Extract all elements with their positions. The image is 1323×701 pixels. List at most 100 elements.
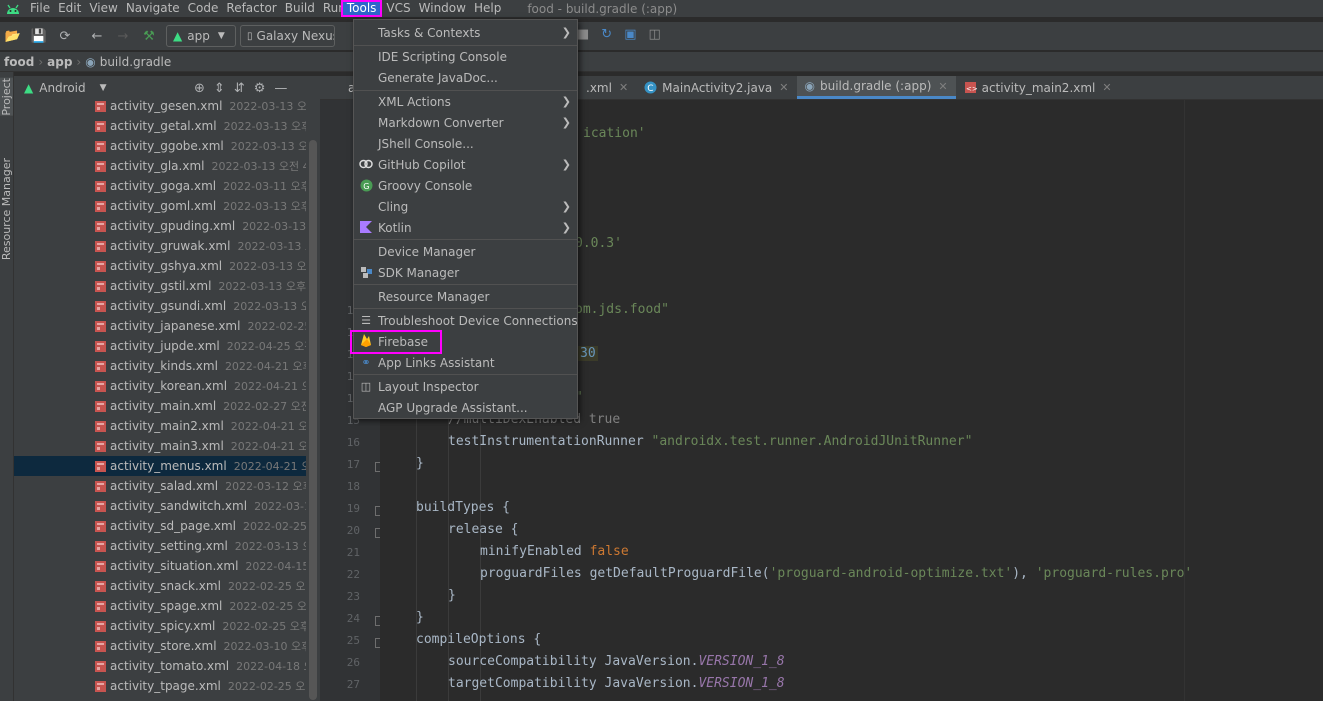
menu-item-resource-manager[interactable]: Resource Manager	[354, 286, 577, 307]
project-tree-scrollbar[interactable]	[306, 100, 320, 701]
menu-build[interactable]: Build	[281, 0, 319, 17]
tree-item[interactable]: activity_store.xml2022-03-10 오후 12:0	[14, 636, 320, 656]
menu-item-groovy-console[interactable]: G Groovy Console	[354, 175, 577, 196]
expand-all-icon[interactable]: ⇕	[214, 81, 225, 96]
tree-item[interactable]: activity_gstil.xml 2022-03-13 오후 12:5	[14, 276, 320, 296]
menu-item-generate-javadoc[interactable]: Generate JavaDoc...	[354, 67, 577, 88]
tree-item[interactable]: activity_main2.xml2022-04-21 오후 2:	[14, 416, 320, 436]
menu-file[interactable]: File	[26, 0, 54, 17]
menu-help[interactable]: Help	[470, 0, 505, 17]
breadcrumb-project[interactable]: food	[4, 55, 34, 69]
menu-item-xml-actions[interactable]: XML Actions ❯	[354, 91, 577, 112]
menu-vcs[interactable]: VCS	[382, 0, 414, 17]
tree-item[interactable]: activity_sd_page.xml2022-02-25 오전	[14, 516, 320, 536]
breadcrumb-module[interactable]: app	[47, 55, 72, 69]
tree-item[interactable]: activity_kinds.xml2022-04-21 오후 3:07	[14, 356, 320, 376]
menu-view[interactable]: View	[85, 0, 121, 17]
project-tool-tab-label: Project	[0, 78, 13, 116]
open-folder-icon[interactable]: 📂	[4, 27, 22, 45]
tree-item[interactable]: activity_setting.xml2022-03-13 오후 6:	[14, 536, 320, 556]
menu-edit[interactable]: Edit	[54, 0, 85, 17]
tab-activity-main2[interactable]: <> activity_main2.xml ✕	[956, 76, 1120, 99]
resource-manager-tool-tab[interactable]: Resource Manager	[0, 158, 13, 260]
close-tab-icon[interactable]: ✕	[938, 80, 947, 93]
menu-tools[interactable]: Tools	[340, 0, 383, 17]
menu-item-device-manager[interactable]: Device Manager	[354, 241, 577, 262]
back-arrow-icon[interactable]: ←	[88, 27, 106, 45]
tree-item[interactable]: activity_korean.xml2022-04-21 오후 3:	[14, 376, 320, 396]
tree-item[interactable]: activity_spicy.xml2022-02-25 오후 12:1	[14, 616, 320, 636]
tree-item[interactable]: activity_spage.xml 2022-02-25 오전 1	[14, 596, 320, 616]
menu-item-jshell[interactable]: JShell Console...	[354, 133, 577, 154]
project-tool-tab[interactable]: Project	[0, 78, 13, 116]
tree-item[interactable]: activity_getal.xml2022-03-13 오후 12:1	[14, 116, 320, 136]
tree-item[interactable]: activity_gruwak.xml2022-03-13 오후 1	[14, 236, 320, 256]
device-manager-icon[interactable]: ◫	[649, 27, 661, 42]
tree-item[interactable]: activity_goga.xml2022-03-11 오후 5:14	[14, 176, 320, 196]
tree-item[interactable]: activity_japanese.xml2022-02-25 오전	[14, 316, 320, 336]
tree-item[interactable]: activity_gla.xml 2022-03-13 오전 4:06, 2	[14, 156, 320, 176]
make-project-hammer-icon[interactable]: ⚒	[140, 27, 158, 45]
tree-item[interactable]: activity_gshya.xml2022-03-13 오전 11:	[14, 256, 320, 276]
settings-gear-icon[interactable]: ⚙	[254, 81, 266, 96]
menu-navigate[interactable]: Navigate	[122, 0, 184, 17]
menu-window[interactable]: Window	[415, 0, 470, 17]
device-select[interactable]: ▯ Galaxy Nexus A	[240, 25, 335, 47]
menu-item-markdown-converter[interactable]: Markdown Converter ❯	[354, 112, 577, 133]
collapse-all-icon[interactable]: ⇵	[234, 81, 245, 96]
tree-item[interactable]: activity_gpuding.xml2022-03-13 오후	[14, 216, 320, 236]
sdk-manager-icon[interactable]: ▣	[624, 27, 636, 42]
layout-xml-icon	[94, 599, 107, 613]
layout-xml-icon	[94, 279, 107, 293]
menu-item-app-links[interactable]: ⚭ App Links Assistant	[354, 352, 577, 373]
tree-item-name: activity_korean.xml	[110, 379, 228, 393]
run-config-select[interactable]: ▲ app ▼	[166, 25, 236, 47]
tree-item[interactable]: activity_snack.xml2022-02-25 오전 12:	[14, 576, 320, 596]
menu-item-layout-inspector[interactable]: ◫ Layout Inspector	[354, 376, 577, 397]
tree-item[interactable]: activity_gesen.xml2022-03-13 오전 11:	[14, 96, 320, 116]
menu-item-firebase[interactable]: Firebase	[350, 330, 442, 354]
project-view-select[interactable]: ▲ Android ▼	[24, 81, 107, 95]
menu-item-troubleshoot[interactable]: ☰ Troubleshoot Device Connections	[354, 310, 578, 331]
forward-arrow-icon[interactable]: →	[114, 27, 132, 45]
menu-refactor[interactable]: Refactor	[222, 0, 280, 17]
locate-file-icon[interactable]: ⊕	[194, 81, 205, 96]
code-line-20: release {	[448, 522, 519, 537]
menu-run[interactable]: Run	[319, 0, 341, 17]
menu-item-github-copilot[interactable]: GitHub Copilot ❯	[354, 154, 577, 175]
layout-xml-icon	[94, 359, 107, 373]
tree-item[interactable]: activity_main3.xml2022-04-21 오후 3:	[14, 436, 320, 456]
menu-item-kotlin[interactable]: Kotlin ❯	[354, 217, 577, 238]
tree-item[interactable]: activity_situation.xml2022-04-15 오후	[14, 556, 320, 576]
breadcrumb-file[interactable]: build.gradle	[100, 55, 172, 69]
menu-item-agp-upgrade[interactable]: AGP Upgrade Assistant...	[354, 397, 577, 418]
hide-panel-icon[interactable]: —	[274, 81, 287, 96]
save-all-icon[interactable]: 💾	[30, 27, 48, 45]
sync-gradle-icon[interactable]: ↻	[601, 27, 612, 42]
tab-label: activity_main2.xml	[981, 80, 1096, 95]
tree-item[interactable]: activity_tomato.xml2022-04-18 오후 1	[14, 656, 320, 676]
tree-item[interactable]: activity_main.xml2022-02-27 오전 1:38	[14, 396, 320, 416]
menu-item-cling[interactable]: Cling ❯	[354, 196, 577, 217]
tree-item[interactable]: activity_ggobe.xml2022-03-13 오전 2:5	[14, 136, 320, 156]
menu-code[interactable]: Code	[184, 0, 223, 17]
tree-item[interactable]: activity_gsundi.xml2022-03-13 오후 1	[14, 296, 320, 316]
tree-item[interactable]: activity_sandwitch.xml2022-03-12 오후	[14, 496, 320, 516]
tab-a[interactable]: a	[320, 76, 356, 99]
close-tab-icon[interactable]: ✕	[619, 81, 628, 94]
tree-item[interactable]: activity_tpage.xml2022-02-25 오전 12:	[14, 676, 320, 696]
menu-item-ide-scripting[interactable]: IDE Scripting Console	[354, 46, 577, 67]
tree-item[interactable]: activity_goml.xml2022-03-13 오후 12:1	[14, 196, 320, 216]
menu-item-sdk-manager[interactable]: SDK Manager	[354, 262, 577, 283]
close-tab-icon[interactable]: ✕	[779, 81, 788, 94]
menu-item-tasks-contexts[interactable]: Tasks & Contexts ❯	[354, 22, 577, 43]
tree-item[interactable]: activity_salad.xml2022-03-12 오후 10:	[14, 476, 320, 496]
close-tab-icon[interactable]: ✕	[1102, 81, 1111, 94]
sync-icon[interactable]: ⟳	[56, 27, 74, 45]
tab-build-gradle[interactable]: ◉ build.gradle (:app) ✕	[796, 76, 956, 99]
tree-item[interactable]: activity_jupde.xml2022-04-25 오전 12:	[14, 336, 320, 356]
stop-icon[interactable]: ■	[577, 27, 589, 42]
tree-item[interactable]: activity_menus.xml2022-04-21 오후 12	[14, 456, 320, 476]
scrollbar-thumb[interactable]	[309, 140, 317, 700]
tab-mainactivity2[interactable]: C MainActivity2.java ✕	[636, 76, 796, 99]
